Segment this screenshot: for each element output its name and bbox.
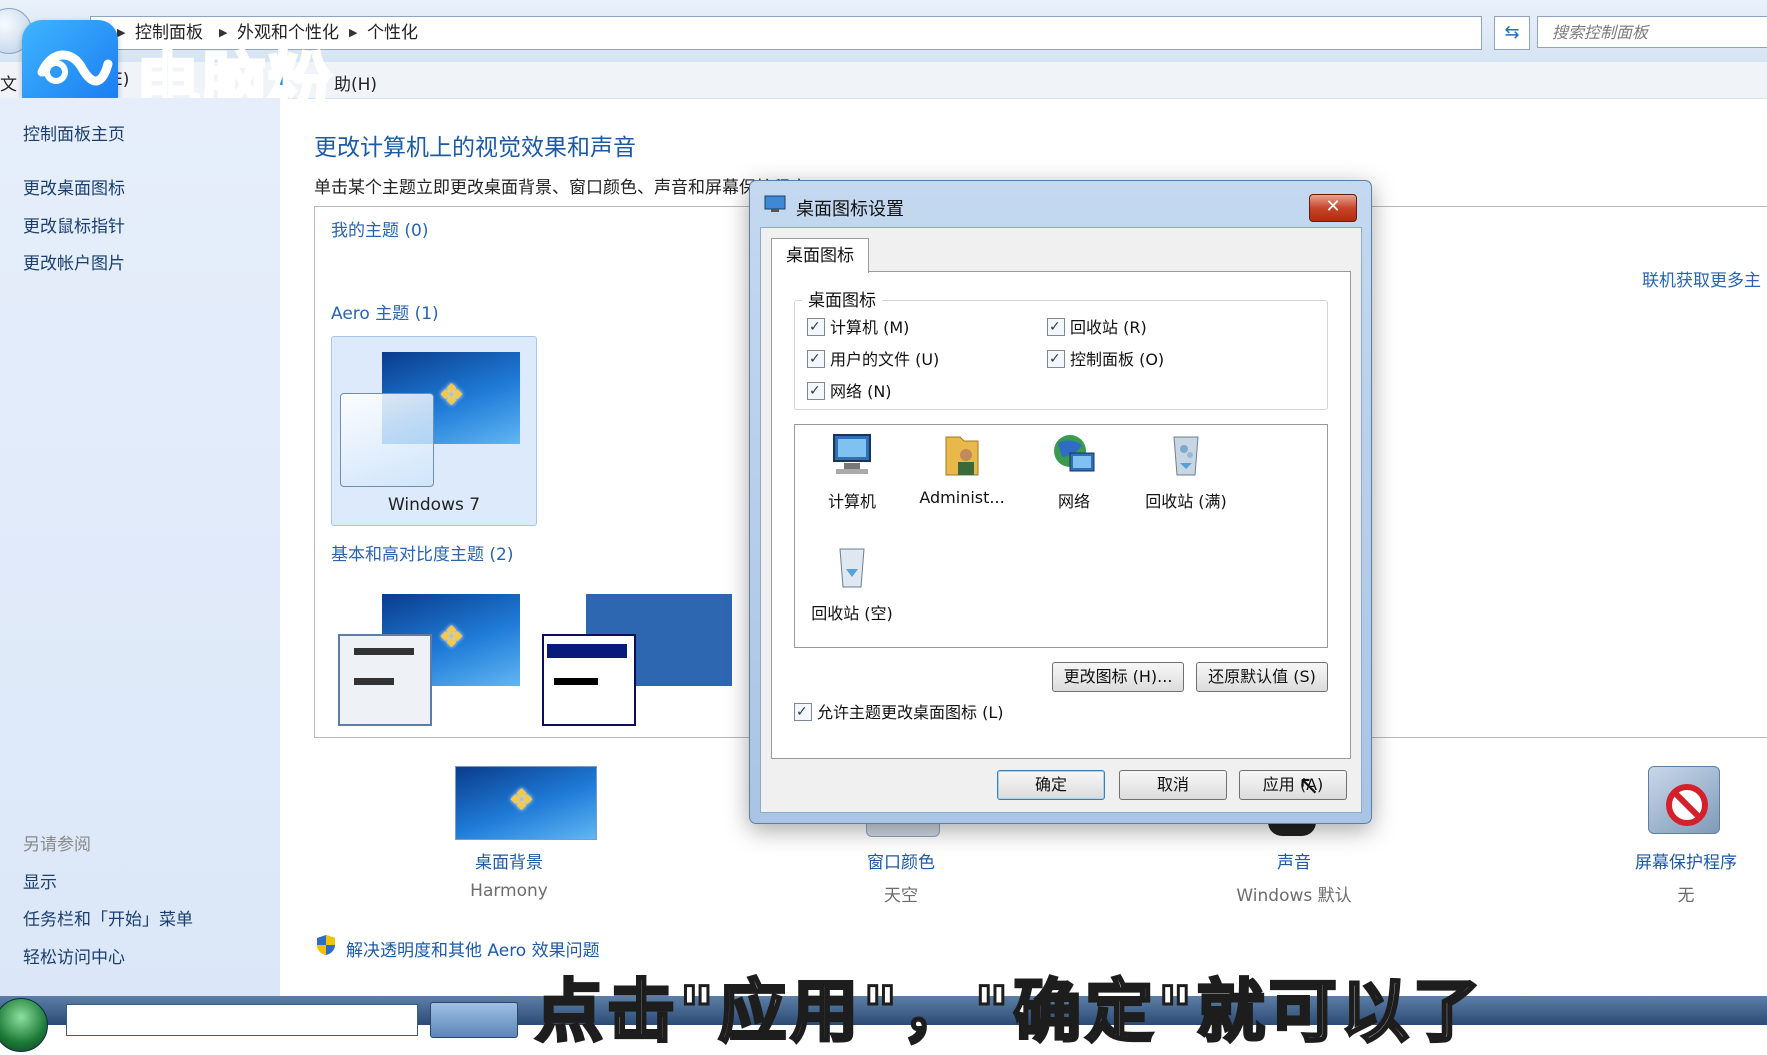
tile-desktop-background-label[interactable]: 桌面背景 [399,848,619,873]
icon-item-network[interactable]: 网络 [1019,431,1129,512]
windows-logo-icon: ❖ [438,378,465,413]
group-aero-themes: Aero 主题 (1) [331,304,439,324]
tile-screensaver-value: 无 [1677,886,1695,906]
tab-panel: 计算机 (M) 回收站 (R) 用户的文件 (U) 控制面板 (O) 网络 (N… [771,271,1351,759]
theme-basic[interactable]: ❖ [338,592,522,728]
mouse-cursor-icon: ↖ [1298,771,1320,801]
desktop-background-tile[interactable]: ❖ [455,766,597,840]
group-title: 桌面图标 [802,286,882,311]
screensaver-icon[interactable] [1648,766,1720,834]
checkbox-computer[interactable]: 计算机 (M) [807,316,909,339]
window-preview [542,634,636,726]
tab-desktop-icons[interactable]: 桌面图标 [771,238,869,273]
checkbox-checked-icon [807,348,825,370]
search-input[interactable]: 搜索控制面板 [1537,16,1767,48]
menu-file[interactable]: 文 [0,70,17,95]
breadcrumb-personalization[interactable]: 个性化 [367,17,418,49]
sidebar-link-desktop-icons[interactable]: 更改桌面图标 [23,174,125,199]
user-folder-icon [945,436,979,476]
checkbox-checked-icon [1047,316,1065,338]
windows-logo-icon: ❖ [508,783,535,818]
sound-tile[interactable] [1268,822,1316,836]
checkbox-checked-icon [807,316,825,338]
desktop-icon-settings-dialog: 桌面图标设置 ✕ 桌面图标 计算机 (M) 回收站 (R) 用户的文件 (U) … [749,180,1372,824]
icon-item-user-files[interactable]: Administ... [907,431,1017,507]
recycle-bin-empty-icon [839,548,865,588]
apply-button[interactable]: 应用 (A) [1239,770,1347,800]
checkbox-network[interactable]: 网络 (N) [807,380,892,403]
sidebar-link-home[interactable]: 控制面板主页 [23,120,125,145]
sidebar-link-taskbar[interactable]: 任务栏和「开始」菜单 [23,905,193,930]
ok-button[interactable]: 确定 [997,770,1105,800]
start-button[interactable] [0,998,48,1052]
network-icon [1054,435,1095,472]
group-my-themes: 我的主题 (0) [331,221,429,241]
dialog-title: 桌面图标设置 [796,199,904,220]
windows-logo-icon: ❖ [438,620,465,655]
restore-default-button[interactable]: 还原默认值 (S) [1196,662,1328,692]
window-preview [338,634,432,726]
tile-sound-value: Windows 默认 [1236,886,1352,906]
checkbox-recycle-bin[interactable]: 回收站 (R) [1047,316,1147,339]
cancel-button[interactable]: 取消 [1119,770,1227,800]
shield-icon [317,935,335,955]
refresh-icon[interactable]: ⇆ [1494,16,1530,50]
taskbar-search-box[interactable] [66,1004,418,1036]
menu-help[interactable]: 助(H) [334,70,377,95]
checkbox-checked-icon [794,701,812,723]
theme-high-contrast[interactable] [542,592,732,728]
recycle-bin-full-icon [1173,436,1199,476]
tile-window-color-value: 天空 [884,886,918,906]
desktop-icons-group: 计算机 (M) 回收站 (R) 用户的文件 (U) 控制面板 (O) 网络 (N… [794,300,1328,410]
page-title: 更改计算机上的视觉效果和声音 [314,135,636,161]
close-icon[interactable]: ✕ [1309,194,1357,222]
sidebar-link-account-picture[interactable]: 更改帐户图片 [23,249,125,274]
window-preview [340,393,434,487]
checkbox-checked-icon [807,380,825,402]
dialog-body: 桌面图标 计算机 (M) 回收站 (R) 用户的文件 (U) 控制面板 (O) … [760,227,1362,813]
sidebar-link-mouse-pointer[interactable]: 更改鼠标指针 [23,212,125,237]
checkbox-allow-themes[interactable]: 允许主题更改桌面图标 (L) [794,701,1004,724]
icon-item-computer[interactable]: 计算机 [797,431,907,512]
breadcrumb-separator-icon: ▶ [117,26,126,39]
get-more-themes-link[interactable]: 联机获取更多主 [1642,266,1761,291]
icon-list: 计算机 Administ... 网络 回收站 (满) 回收站 (空) [794,424,1328,648]
sidebar: 控制面板主页 更改桌面图标 更改鼠标指针 更改帐户图片 另请参阅 显示 任务栏和… [0,98,280,998]
video-subtitle: 点击"应用"，"确定"就可以了 [534,972,1485,1054]
tile-window-color-label[interactable]: 窗口颜色 [791,848,1011,873]
theme-name: Windows 7 [387,495,481,515]
checkbox-control-panel[interactable]: 控制面板 (O) [1047,348,1164,371]
icon-item-recycle-full[interactable]: 回收站 (满) [1131,431,1241,512]
page-description: 单击某个主题立即更改桌面背景、窗口颜色、声音和屏幕保护程序。 [314,178,824,198]
checkbox-checked-icon [1047,348,1065,370]
tile-sound-label[interactable]: 声音 [1184,848,1404,873]
group-basic-themes: 基本和高对比度主题 (2) [331,545,514,565]
tile-desktop-background-value: Harmony [470,881,548,901]
icon-item-recycle-empty[interactable]: 回收站 (空) [797,543,907,624]
monitor-icon [764,195,786,212]
computer-icon [833,434,871,474]
sidebar-link-ease-of-access[interactable]: 轻松访问中心 [23,943,125,968]
sidebar-link-display[interactable]: 显示 [23,868,57,893]
breadcrumb-separator-icon: ▶ [349,26,358,39]
tile-screensaver-label[interactable]: 屏幕保护程序 [1576,848,1767,873]
change-icon-button[interactable]: 更改图标 (H)... [1052,662,1184,692]
see-also-heading: 另请参阅 [23,835,91,855]
checkbox-user-files[interactable]: 用户的文件 (U) [807,348,939,371]
taskbar-control-panel-icon[interactable] [430,1002,518,1038]
theme-windows7[interactable]: ❖ Windows 7 [331,336,537,526]
